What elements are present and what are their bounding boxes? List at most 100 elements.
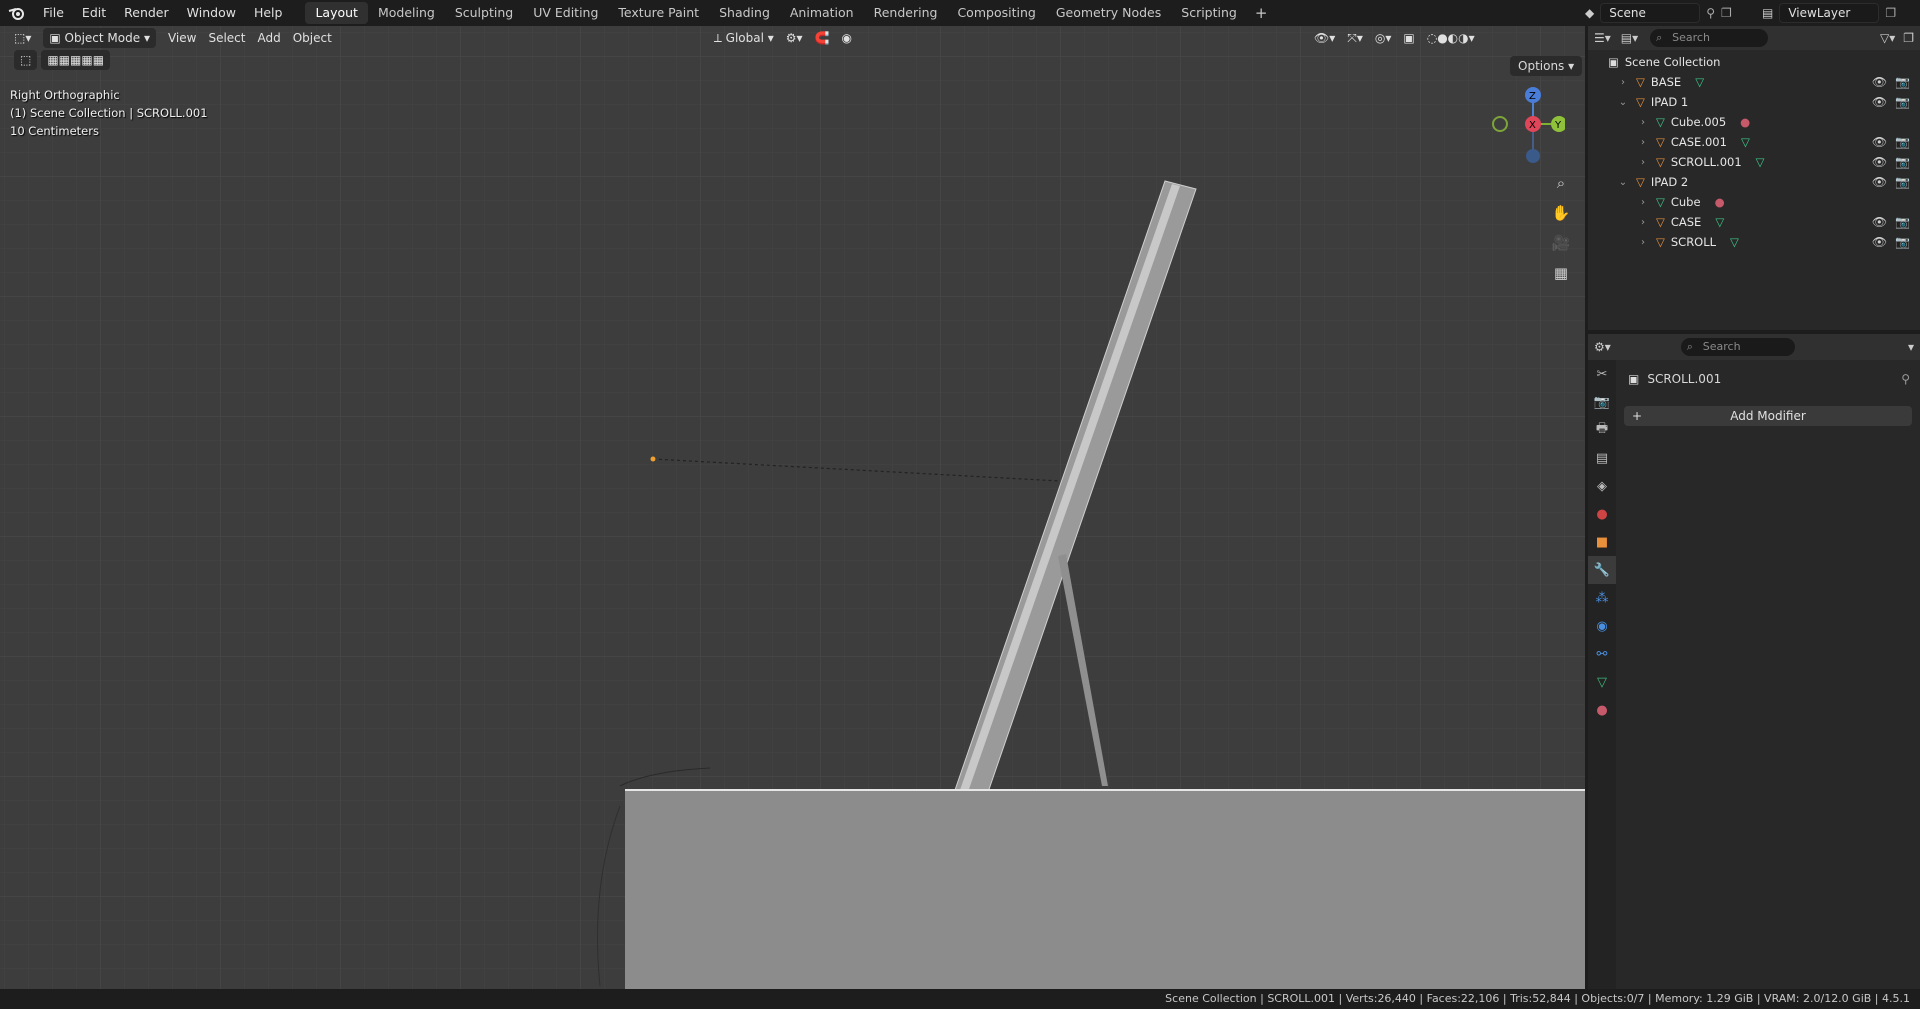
search-icon: ⌕ [1656, 31, 1663, 44]
tab-sculpting[interactable]: Sculpting [445, 2, 523, 24]
chevron-down-icon[interactable]: ⌄ [1616, 177, 1630, 188]
tab-rendering[interactable]: Rendering [864, 2, 948, 24]
eye-icon[interactable]: 👁 [1872, 95, 1887, 109]
status-bar: Scene Collection | SCROLL.001 | Verts:26… [0, 989, 1920, 1009]
outliner-search[interactable]: ⌕ Search [1650, 29, 1769, 47]
camera-render-icon[interactable]: 📷 [1895, 155, 1910, 169]
options-chevron-icon[interactable]: ▾ [1908, 340, 1914, 354]
eye-icon[interactable]: 👁 [1872, 235, 1887, 249]
visibility-toggles: 👁 📷 [1872, 95, 1910, 109]
blender-logo-icon[interactable] [0, 0, 34, 26]
material-tab-icon[interactable]: ● [1588, 696, 1616, 724]
outliner-row-label: CASE [1670, 215, 1702, 229]
new-collection-icon[interactable]: ❐ [1903, 31, 1914, 45]
view-layer-tab-icon[interactable]: ▤ [1588, 444, 1616, 472]
tab-texture-paint[interactable]: Texture Paint [608, 2, 709, 24]
chevron-right-icon[interactable]: › [1636, 117, 1650, 128]
object-tab-icon[interactable]: ■ [1588, 528, 1616, 556]
scene-pin-icon[interactable]: ⚲ [1706, 6, 1715, 20]
camera-render-icon[interactable]: 📷 [1895, 215, 1910, 229]
properties-search[interactable]: ⌕ Search [1680, 338, 1795, 356]
camera-render-icon[interactable]: 📷 [1895, 175, 1910, 189]
outliner-row[interactable]: › ▽ Cube.005 ● [1588, 112, 1920, 132]
outliner-row[interactable]: › ▽ SCROLL ▽ 👁 📷 [1588, 232, 1920, 252]
camera-render-icon[interactable]: 📷 [1895, 135, 1910, 149]
tab-animation[interactable]: Animation [780, 2, 864, 24]
outliner-row[interactable]: › ▽ CASE ▽ 👁 📷 [1588, 212, 1920, 232]
3d-viewport[interactable]: ⬚▾ ▣ Object Mode ▾ View Select Add Object ⟂… [0, 26, 1585, 989]
eye-icon[interactable]: 👁 [1872, 135, 1887, 149]
display-mode-icon[interactable]: ▤▾ [1621, 31, 1638, 45]
eye-icon[interactable]: 👁 [1872, 155, 1887, 169]
scene-collection-row[interactable]: ▣ Scene Collection [1588, 52, 1920, 72]
tab-layout[interactable]: Layout [305, 2, 368, 24]
menu-help[interactable]: Help [245, 0, 292, 26]
tab-modeling[interactable]: Modeling [368, 2, 445, 24]
outliner-row[interactable]: › ▽ BASE ▽ 👁 📷 [1588, 72, 1920, 92]
chevron-down-icon[interactable]: ⌄ [1616, 97, 1630, 108]
scene-selector[interactable]: ◆ Scene ⚲ ❐ [1585, 2, 1755, 24]
ipad-stand[interactable] [1058, 554, 1108, 786]
scene-new-icon[interactable]: ❐ [1721, 6, 1732, 20]
outliner-row-label: IPAD 1 [1650, 95, 1689, 109]
chevron-right-icon[interactable]: › [1636, 237, 1650, 248]
camera-render-icon[interactable]: 📷 [1895, 235, 1910, 249]
scene-icon: ◆ [1585, 6, 1595, 20]
outliner-row[interactable]: ⌄ ▽ IPAD 1 👁 📷 [1588, 92, 1920, 112]
origin-point[interactable] [650, 456, 656, 462]
chevron-right-icon[interactable]: › [1636, 197, 1650, 208]
constraints-tab-icon[interactable]: ⚯ [1588, 640, 1616, 668]
render-tab-icon[interactable]: 📷 [1588, 388, 1616, 416]
camera-render-icon[interactable]: 📷 [1895, 95, 1910, 109]
physics-tab-icon[interactable]: ◉ [1588, 612, 1616, 640]
data-tab-icon[interactable]: ▽ [1588, 668, 1616, 696]
camera-render-icon[interactable]: 📷 [1895, 75, 1910, 89]
object-icon: ▽ [1636, 95, 1645, 109]
chevron-right-icon[interactable]: › [1636, 137, 1650, 148]
tab-uv-editing[interactable]: UV Editing [523, 2, 608, 24]
menu-window[interactable]: Window [178, 0, 245, 26]
tool-tab-icon[interactable]: ✂ [1588, 360, 1616, 388]
properties-search-placeholder: Search [1702, 340, 1741, 353]
eye-icon[interactable]: 👁 [1872, 175, 1887, 189]
visibility-toggles: 👁 📷 [1872, 155, 1910, 169]
pin-icon[interactable]: ⚲ [1901, 372, 1910, 386]
chevron-right-icon[interactable]: › [1636, 217, 1650, 228]
add-modifier-button[interactable]: + Add Modifier [1624, 406, 1912, 426]
outliner-row[interactable]: › ▽ CASE.001 ▽ 👁 📷 [1588, 132, 1920, 152]
view-layer-new-icon[interactable]: ❐ [1885, 6, 1896, 20]
outliner-row[interactable]: ⌄ ▽ IPAD 2 👁 📷 [1588, 172, 1920, 192]
mesh-data-icon: ▽ [1695, 75, 1705, 89]
output-tab-icon[interactable]: 🖶 [1588, 416, 1616, 444]
search-icon: ⌕ [1686, 340, 1693, 353]
menu-edit[interactable]: Edit [73, 0, 115, 26]
add-workspace-icon[interactable]: + [1247, 4, 1276, 22]
view-layer-field[interactable]: ViewLayer [1779, 3, 1880, 23]
properties-editor-icon[interactable]: ⚙▾ [1594, 340, 1611, 354]
tab-compositing[interactable]: Compositing [947, 2, 1045, 24]
world-tab-icon[interactable]: ● [1588, 500, 1616, 528]
filter-icon[interactable]: ▽▾ [1880, 31, 1895, 45]
modifier-tab-icon[interactable]: 🔧 [1588, 556, 1616, 584]
eye-icon[interactable]: 👁 [1872, 75, 1887, 89]
scene-tab-icon[interactable]: ◈ [1588, 472, 1616, 500]
tab-geometry-nodes[interactable]: Geometry Nodes [1046, 2, 1171, 24]
chevron-right-icon[interactable]: › [1616, 77, 1630, 88]
outliner-editor-icon[interactable]: ☰▾ [1594, 31, 1611, 45]
chevron-right-icon[interactable]: › [1636, 157, 1650, 168]
scene-name-field[interactable]: Scene [1600, 3, 1701, 23]
view-layer-selector[interactable]: ▤ ViewLayer ❐ [1762, 2, 1920, 24]
base-outline-2 [597, 805, 621, 987]
status-text: Scene Collection | SCROLL.001 | Verts:26… [1165, 992, 1910, 1005]
menu-render[interactable]: Render [115, 0, 178, 26]
menu-file[interactable]: File [34, 0, 73, 26]
particles-tab-icon[interactable]: ⁂ [1588, 584, 1616, 612]
outliner-row[interactable]: › ▽ SCROLL.001 ▽ 👁 📷 [1588, 152, 1920, 172]
main-menu: File Edit Render Window Help [34, 0, 291, 26]
eye-icon[interactable]: 👁 [1872, 215, 1887, 229]
mesh-data-icon: ▽ [1730, 235, 1739, 249]
tab-shading[interactable]: Shading [709, 2, 780, 24]
base-block[interactable] [625, 789, 1585, 989]
tab-scripting[interactable]: Scripting [1171, 2, 1247, 24]
outliner-row[interactable]: › ▽ Cube ● [1588, 192, 1920, 212]
